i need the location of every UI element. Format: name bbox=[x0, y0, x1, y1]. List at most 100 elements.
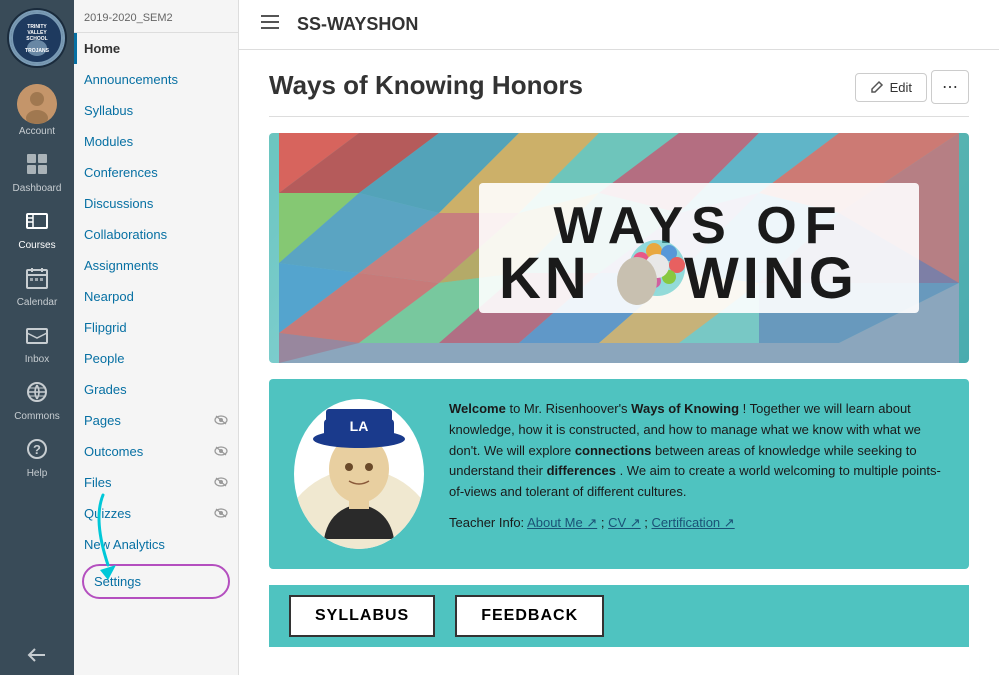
course-nav-link-grades[interactable]: Grades bbox=[74, 374, 238, 405]
course-nav-item-grades: Grades bbox=[74, 374, 238, 405]
minimize-nav-button[interactable] bbox=[0, 635, 74, 675]
visibility-icon-files bbox=[214, 476, 228, 490]
course-nav-link-new-analytics[interactable]: New Analytics bbox=[74, 529, 238, 560]
course-nav-link-conferences[interactable]: Conferences bbox=[74, 157, 238, 188]
course-nav-item-collaborations: Collaborations bbox=[74, 219, 238, 250]
visibility-icon-outcomes bbox=[214, 445, 228, 459]
course-nav-link-nearpod[interactable]: Nearpod bbox=[74, 281, 238, 312]
svg-text:?: ? bbox=[33, 442, 41, 457]
course-nav-link-assignments[interactable]: Assignments bbox=[74, 250, 238, 281]
course-nav-item-pages: Pages bbox=[74, 405, 238, 436]
course-nav-label-home: Home bbox=[84, 41, 120, 56]
course-nav-link-files[interactable]: Files bbox=[74, 467, 238, 498]
nav-item-help[interactable]: ? Help bbox=[0, 430, 74, 487]
course-nav-item-outcomes: Outcomes bbox=[74, 436, 238, 467]
page-title: Ways of Knowing Honors bbox=[269, 70, 583, 101]
course-nav-link-announcements[interactable]: Announcements bbox=[74, 64, 238, 95]
svg-text:WING: WING bbox=[684, 246, 858, 311]
help-label: Help bbox=[27, 468, 48, 479]
nav-item-account[interactable]: Account bbox=[0, 76, 74, 145]
course-nav-link-quizzes[interactable]: Quizzes bbox=[74, 498, 238, 529]
more-options-button[interactable]: ⋯ bbox=[931, 70, 969, 104]
content-area: Ways of Knowing Honors Edit ⋯ bbox=[239, 50, 999, 675]
svg-text:LA: LA bbox=[350, 418, 369, 434]
course-nav-item-nearpod: Nearpod bbox=[74, 281, 238, 312]
course-nav-label-flipgrid: Flipgrid bbox=[84, 320, 127, 335]
course-nav-item-people: People bbox=[74, 343, 238, 374]
page-header: Ways of Knowing Honors Edit ⋯ bbox=[269, 70, 969, 117]
hamburger-menu[interactable] bbox=[259, 11, 281, 39]
commons-icon bbox=[26, 381, 48, 409]
inbox-icon bbox=[26, 324, 48, 352]
course-nav-item-discussions: Discussions bbox=[74, 188, 238, 219]
course-nav-link-collaborations[interactable]: Collaborations bbox=[74, 219, 238, 250]
course-nav-item-home: Home bbox=[74, 33, 238, 64]
welcome-text: Welcome to Mr. Risenhoover's Ways of Kno… bbox=[449, 399, 949, 549]
course-nav-item-quizzes: Quizzes bbox=[74, 498, 238, 529]
course-nav-label-nearpod: Nearpod bbox=[84, 289, 134, 304]
course-nav-item-new-analytics: New Analytics bbox=[74, 529, 238, 560]
course-nav-label-files: Files bbox=[84, 475, 111, 490]
visibility-icon-quizzes bbox=[214, 507, 228, 521]
dashboard-icon bbox=[26, 153, 48, 181]
course-nav-label-outcomes: Outcomes bbox=[84, 444, 143, 459]
avatar bbox=[17, 84, 57, 124]
commons-label: Commons bbox=[14, 411, 60, 422]
feedback-button[interactable]: FEEDBACK bbox=[455, 595, 604, 637]
visibility-icon-pages bbox=[214, 414, 228, 428]
nav-item-courses[interactable]: Courses bbox=[0, 202, 74, 259]
nav-item-inbox[interactable]: Inbox bbox=[0, 316, 74, 373]
global-nav: TRINITY VALLEY SCHOOL TROJANS Account bbox=[0, 0, 74, 675]
certification-link[interactable]: Certification ↗ bbox=[652, 515, 735, 530]
dashboard-label: Dashboard bbox=[13, 183, 62, 194]
course-nav-link-settings[interactable]: Settings bbox=[84, 566, 228, 597]
course-nav-item-settings: Settings bbox=[82, 564, 230, 599]
courses-icon bbox=[26, 210, 48, 238]
about-me-link[interactable]: About Me ↗ bbox=[527, 515, 597, 530]
help-icon: ? bbox=[26, 438, 48, 466]
course-nav-item-assignments: Assignments bbox=[74, 250, 238, 281]
course-nav-label-people: People bbox=[84, 351, 124, 366]
course-nav-link-people[interactable]: People bbox=[74, 343, 238, 374]
course-nav-list: Home Announcements Syllabus Modules Conferen… bbox=[74, 33, 238, 603]
school-logo[interactable]: TRINITY VALLEY SCHOOL TROJANS bbox=[7, 8, 67, 68]
course-nav-label-quizzes: Quizzes bbox=[84, 506, 131, 521]
course-nav-label-new-analytics: New Analytics bbox=[84, 537, 165, 552]
course-nav-link-discussions[interactable]: Discussions bbox=[74, 188, 238, 219]
nav-item-dashboard[interactable]: Dashboard bbox=[0, 145, 74, 202]
course-nav-link-flipgrid[interactable]: Flipgrid bbox=[74, 312, 238, 343]
teacher-avatar-svg: LA bbox=[294, 399, 424, 549]
course-nav-item-conferences: Conferences bbox=[74, 157, 238, 188]
nav-item-calendar[interactable]: Calendar bbox=[0, 259, 74, 316]
course-nav-label-assignments: Assignments bbox=[84, 258, 158, 273]
teacher-links: Teacher Info: About Me ↗ ; CV ↗ ; Certif… bbox=[449, 513, 949, 534]
course-nav-label-syllabus: Syllabus bbox=[84, 103, 133, 118]
nav-item-commons[interactable]: Commons bbox=[0, 373, 74, 430]
course-banner: WAYS OF KN WING bbox=[269, 133, 969, 363]
course-nav-label-collaborations: Collaborations bbox=[84, 227, 167, 242]
course-breadcrumb: 2019-2020_SEM2 bbox=[74, 0, 238, 33]
main-area: SS-WAYSHON Ways of Knowing Honors Edit ⋯ bbox=[239, 0, 999, 675]
global-nav-bottom bbox=[0, 635, 74, 675]
course-nav-item-files: Files bbox=[74, 467, 238, 498]
welcome-section: LA Welcome to Mr. Risenh bbox=[269, 379, 969, 569]
course-nav-item-flipgrid: Flipgrid bbox=[74, 312, 238, 343]
svg-text:TROJANS: TROJANS bbox=[25, 48, 50, 54]
course-nav-label-modules: Modules bbox=[84, 134, 133, 149]
course-buttons: SYLLABUS FEEDBACK bbox=[269, 585, 969, 647]
edit-button[interactable]: Edit bbox=[855, 73, 927, 102]
course-nav-label-grades: Grades bbox=[84, 382, 127, 397]
course-nav-link-modules[interactable]: Modules bbox=[74, 126, 238, 157]
course-nav-link-outcomes[interactable]: Outcomes bbox=[74, 436, 238, 467]
course-nav-link-home[interactable]: Home bbox=[74, 33, 238, 64]
page-actions: Edit ⋯ bbox=[855, 70, 969, 104]
course-nav-link-syllabus[interactable]: Syllabus bbox=[74, 95, 238, 126]
course-nav: 2019-2020_SEM2 Home Announcements Syllabus… bbox=[74, 0, 239, 675]
calendar-icon bbox=[26, 267, 48, 295]
course-nav-label-pages: Pages bbox=[84, 413, 121, 428]
course-nav-link-pages[interactable]: Pages bbox=[74, 405, 238, 436]
inbox-label: Inbox bbox=[25, 354, 49, 365]
syllabus-button[interactable]: SYLLABUS bbox=[289, 595, 435, 637]
cv-link[interactable]: CV ↗ bbox=[608, 515, 641, 530]
course-nav-item-syllabus: Syllabus bbox=[74, 95, 238, 126]
